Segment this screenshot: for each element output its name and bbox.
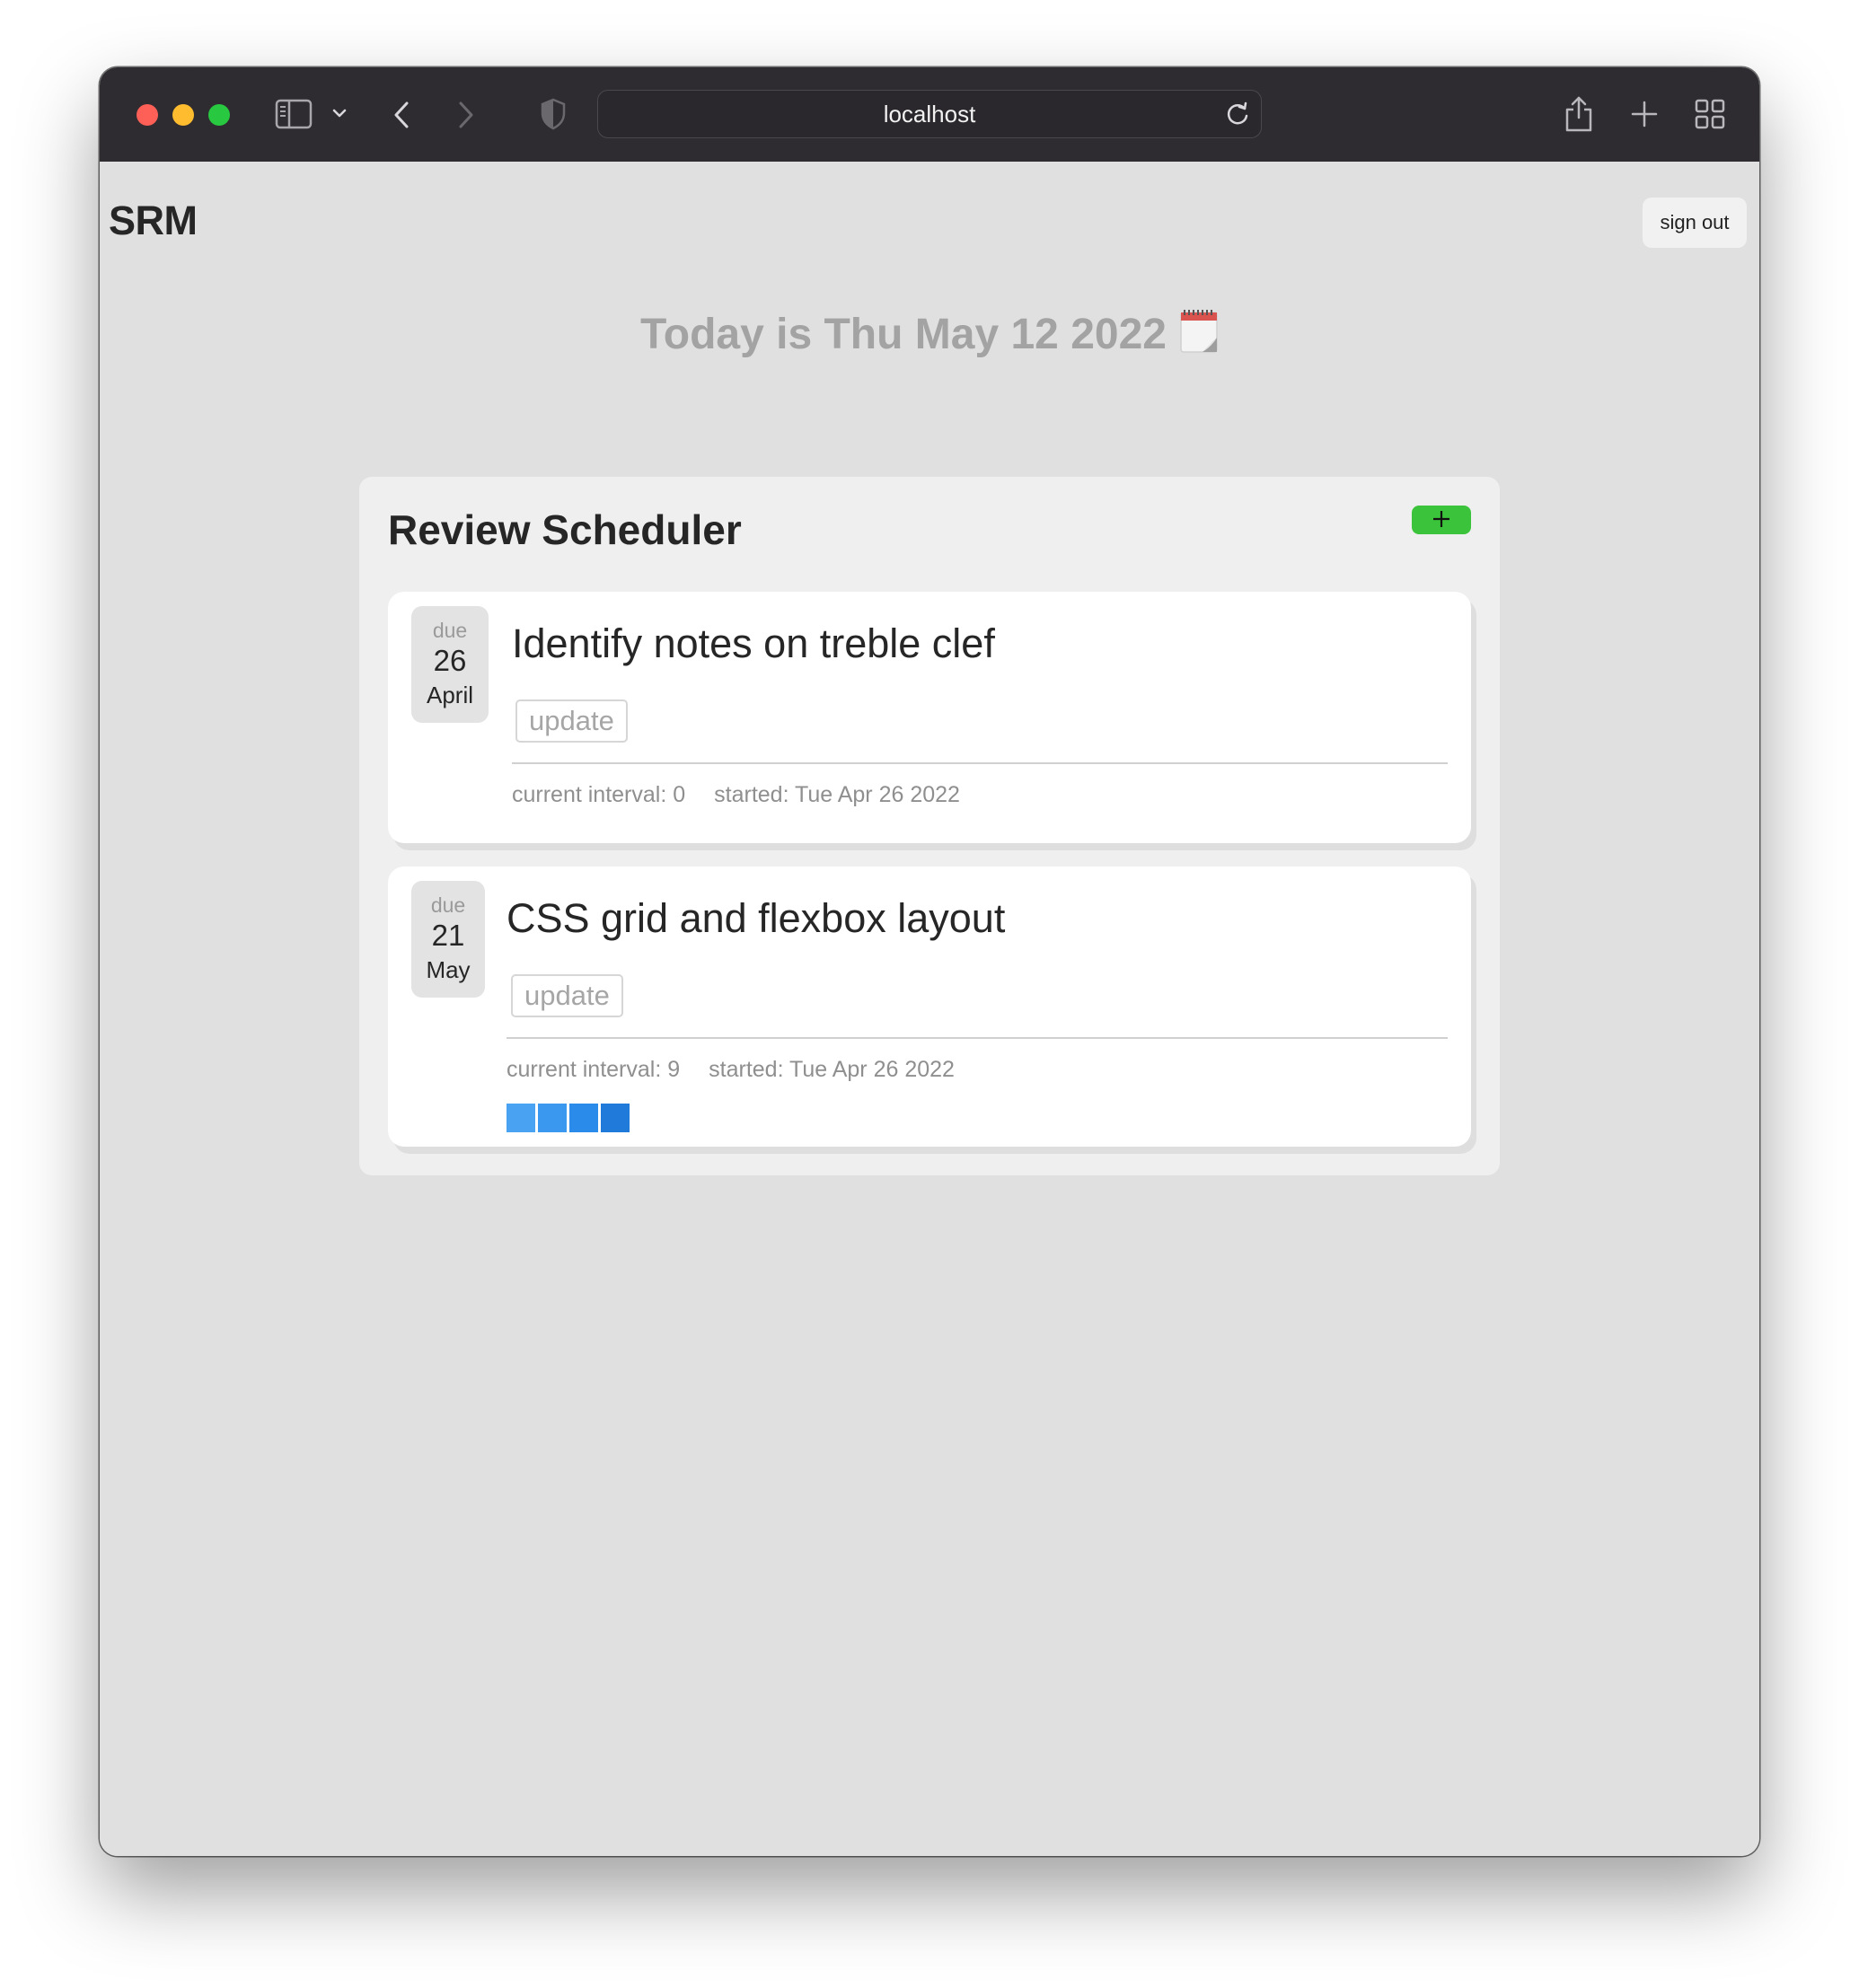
due-day: 26: [433, 644, 467, 677]
card-divider: [512, 762, 1448, 764]
due-month: April: [426, 682, 473, 708]
add-review-button[interactable]: [1412, 506, 1471, 534]
current-interval: current interval: 0: [512, 782, 686, 807]
update-button[interactable]: update: [511, 974, 623, 1017]
due-date-badge: due 21 May: [411, 881, 485, 998]
progress-square: [569, 1104, 598, 1132]
today-text: Today is Thu May 12 2022: [639, 311, 1167, 358]
url-text: localhost: [883, 100, 976, 128]
plus-icon: [1432, 509, 1451, 532]
back-icon[interactable]: [392, 100, 412, 130]
reload-icon[interactable]: [1223, 100, 1252, 128]
forward-icon[interactable]: [455, 100, 475, 130]
started-date: started: Tue Apr 26 2022: [709, 1057, 955, 1082]
share-icon[interactable]: [1564, 94, 1594, 134]
browser-window: localhost SRM sign out Today is Thu May …: [100, 67, 1759, 1856]
today-heading: Today is Thu May 12 2022: [100, 309, 1759, 365]
progress-square: [601, 1104, 630, 1132]
chevron-down-icon[interactable]: [331, 107, 348, 119]
current-interval: current interval: 9: [507, 1057, 681, 1082]
due-label: due: [432, 619, 468, 642]
review-title: Identify notes on treble clef: [512, 620, 995, 666]
close-window-button[interactable]: [137, 104, 158, 126]
update-button[interactable]: update: [515, 699, 628, 743]
minimize-window-button[interactable]: [172, 104, 194, 126]
review-meta: current interval: 0 started: Tue Apr 26 2…: [512, 782, 960, 808]
progress-square: [538, 1104, 567, 1132]
brand-logo[interactable]: SRM: [109, 198, 198, 244]
due-month: May: [426, 956, 471, 983]
tab-overview-icon[interactable]: [1695, 99, 1725, 129]
started-date: started: Tue Apr 26 2022: [714, 782, 960, 807]
interval-progress: [507, 1104, 630, 1132]
review-card: due 26 April Identify notes on treble cl…: [388, 592, 1471, 843]
card-divider: [507, 1037, 1448, 1039]
review-meta: current interval: 9 started: Tue Apr 26 2…: [507, 1057, 955, 1083]
review-scheduler-panel: Review Scheduler due 26 April Identify n…: [359, 477, 1500, 1175]
review-title: CSS grid and flexbox layout: [507, 895, 1006, 941]
due-day: 21: [431, 919, 465, 952]
privacy-shield-icon[interactable]: [540, 98, 567, 130]
browser-toolbar: localhost: [100, 67, 1759, 163]
progress-square: [507, 1104, 535, 1132]
due-label: due: [430, 893, 466, 917]
scheduler-title: Review Scheduler: [388, 506, 742, 553]
calendar-icon: [1179, 309, 1219, 365]
review-card: due 21 May CSS grid and flexbox layout u…: [388, 866, 1471, 1147]
sidebar-icon[interactable]: [275, 99, 313, 129]
zoom-window-button[interactable]: [208, 104, 230, 126]
due-date-badge: due 26 April: [411, 606, 489, 723]
address-bar[interactable]: localhost: [597, 90, 1262, 138]
page-content: SRM sign out Today is Thu May 12 2022 Re…: [100, 162, 1759, 1856]
new-tab-icon[interactable]: [1630, 100, 1659, 128]
sign-out-button[interactable]: sign out: [1643, 198, 1747, 248]
